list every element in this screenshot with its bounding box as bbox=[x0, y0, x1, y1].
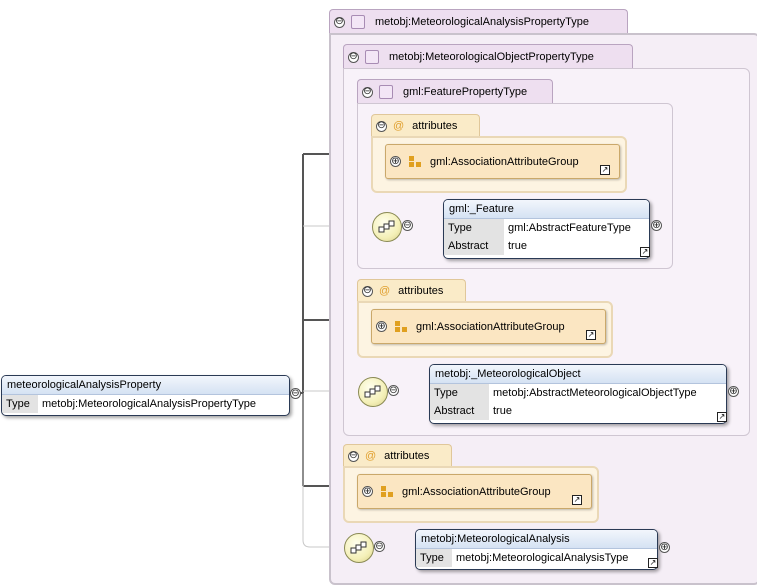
type-tab-analysis-property[interactable]: ⊖ metobj:MeteorologicalAnalysisPropertyT… bbox=[329, 9, 628, 34]
sequence-icon[interactable] bbox=[344, 533, 374, 563]
attributes-label: attributes bbox=[412, 120, 458, 132]
at-sign-icon: @ bbox=[393, 120, 405, 132]
attribute-group-name: gml:AssociationAttributeGroup bbox=[402, 485, 551, 498]
expand-icon[interactable]: ⊕ bbox=[651, 220, 662, 231]
link-arrow-icon[interactable]: ↗ bbox=[572, 495, 582, 505]
collapse-icon[interactable]: ⊖ bbox=[348, 51, 359, 63]
expand-icon[interactable]: ⊕ bbox=[728, 386, 739, 397]
element-meteorological-analysis[interactable]: metobj:MeteorologicalAnalysis Type metobj… bbox=[415, 529, 658, 570]
sequence-icon[interactable] bbox=[372, 212, 402, 242]
type-name: gml:FeaturePropertyType bbox=[403, 86, 528, 98]
collapse-icon[interactable]: ⊖ bbox=[388, 385, 399, 396]
link-arrow-icon[interactable]: ↗ bbox=[648, 558, 658, 568]
element-root-analysis-property[interactable]: meteorologicalAnalysisProperty Type metob… bbox=[1, 375, 290, 416]
row-key: Type bbox=[416, 549, 452, 567]
expand-icon[interactable]: ⊕ bbox=[390, 156, 401, 167]
attribute-group-name: gml:AssociationAttributeGroup bbox=[430, 155, 579, 168]
sequence-icon[interactable] bbox=[358, 377, 388, 407]
collapse-icon[interactable]: ⊖ bbox=[348, 450, 359, 462]
collapse-icon[interactable]: ⊖ bbox=[402, 220, 413, 231]
row-key: Type bbox=[2, 395, 38, 413]
square-type-icon bbox=[379, 85, 393, 99]
collapse-icon[interactable]: ⊖ bbox=[376, 120, 387, 132]
type-tab-object-property[interactable]: ⊖ metobj:MeteorologicalObjectPropertyTyp… bbox=[343, 44, 633, 69]
row-value: gml:AbstractFeatureType bbox=[508, 222, 631, 234]
type-name: metobj:MeteorologicalAnalysisPropertyTyp… bbox=[375, 16, 589, 28]
collapse-icon[interactable]: ⊖ bbox=[362, 285, 373, 297]
collapse-icon[interactable]: ⊖ bbox=[362, 86, 373, 98]
square-type-icon bbox=[365, 50, 379, 64]
link-arrow-icon[interactable]: ↗ bbox=[640, 247, 650, 257]
square-type-icon bbox=[351, 15, 365, 29]
element-gml-feature[interactable]: gml:_Feature Type gml:AbstractFeatureType… bbox=[443, 199, 650, 259]
attribute-group-name: gml:AssociationAttributeGroup bbox=[416, 320, 565, 333]
row-key: Abstract bbox=[444, 237, 504, 255]
attribute-group-ref[interactable]: ⊕ gml:AssociationAttributeGroup bbox=[385, 144, 620, 179]
attribute-group-ref[interactable]: ⊕ gml:AssociationAttributeGroup bbox=[357, 474, 592, 509]
attributes-tab[interactable]: ⊖ @ attributes bbox=[357, 279, 466, 302]
attribute-group-ref[interactable]: ⊕ gml:AssociationAttributeGroup bbox=[371, 309, 606, 344]
expand-icon[interactable]: ⊕ bbox=[376, 321, 387, 332]
row-key: Type bbox=[430, 384, 489, 402]
collapse-icon[interactable]: ⊖ bbox=[374, 541, 385, 552]
collapse-icon[interactable]: ⊖ bbox=[334, 16, 345, 28]
attributes-tab[interactable]: ⊖ @ attributes bbox=[343, 444, 452, 467]
element-meteorological-object[interactable]: metobj:_MeteorologicalObject Type metobj:… bbox=[429, 364, 727, 424]
row-value: true bbox=[493, 405, 512, 417]
attribute-group-icon bbox=[409, 156, 422, 167]
element-title: gml:_Feature bbox=[444, 200, 649, 219]
type-tab-feature-property[interactable]: ⊖ gml:FeaturePropertyType bbox=[357, 79, 553, 104]
row-value: metobj:MeteorologicalAnalysisPropertyTyp… bbox=[42, 398, 256, 410]
element-title: metobj:_MeteorologicalObject bbox=[430, 365, 726, 384]
attributes-tab[interactable]: ⊖ @ attributes bbox=[371, 114, 480, 137]
attribute-group-icon bbox=[395, 321, 408, 332]
element-title: meteorologicalAnalysisProperty bbox=[2, 376, 289, 395]
row-key: Type bbox=[444, 219, 504, 237]
collapse-icon[interactable]: ⊖ bbox=[290, 388, 301, 399]
attributes-label: attributes bbox=[384, 450, 430, 462]
row-key: Abstract bbox=[430, 402, 489, 420]
row-value: metobj:MeteorologicalAnalysisType bbox=[456, 552, 629, 564]
row-value: true bbox=[508, 240, 527, 252]
type-name: metobj:MeteorologicalObjectPropertyType bbox=[389, 51, 594, 63]
link-arrow-icon[interactable]: ↗ bbox=[600, 165, 610, 175]
attributes-label: attributes bbox=[398, 285, 444, 297]
expand-icon[interactable]: ⊕ bbox=[659, 542, 670, 553]
attribute-group-icon bbox=[381, 486, 394, 497]
at-sign-icon: @ bbox=[365, 450, 377, 462]
expand-icon[interactable]: ⊕ bbox=[362, 486, 373, 497]
link-arrow-icon[interactable]: ↗ bbox=[717, 412, 727, 422]
row-value: metobj:AbstractMeteorologicalObjectType bbox=[493, 387, 697, 399]
element-title: metobj:MeteorologicalAnalysis bbox=[416, 530, 657, 549]
link-arrow-icon[interactable]: ↗ bbox=[586, 330, 596, 340]
at-sign-icon: @ bbox=[379, 285, 391, 297]
